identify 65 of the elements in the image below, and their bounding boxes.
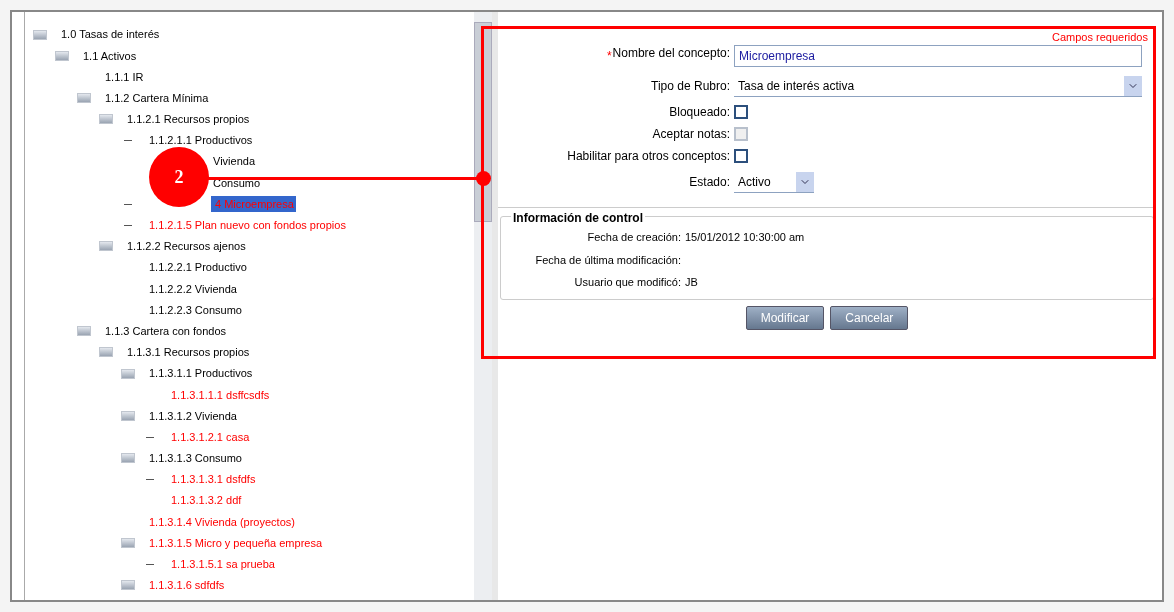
info-label: Fecha de creación: <box>586 230 681 245</box>
tree-item[interactable]: 1.1.3.1 Recursos propios <box>125 344 252 361</box>
tree-item[interactable]: 1.1.3.1.4 Vivienda (proyectos) <box>147 513 297 531</box>
dash-icon[interactable] <box>124 140 132 142</box>
tree-item[interactable]: 1.1.2.2.1 Productivo <box>147 259 249 276</box>
tree-item[interactable]: 1.1.2.1 Recursos propios <box>125 111 252 128</box>
tree-item[interactable]: 1.1.3.1.3 Consumo <box>147 450 244 467</box>
field-label: Nombre del concepto: <box>612 47 730 62</box>
tree-item[interactable]: 1.1.2.1.1 Productivos <box>147 132 255 149</box>
tree-item[interactable]: 1.1.2.2.3 Consumo <box>147 301 244 319</box>
field-label: Estado: <box>689 175 730 189</box>
tree-item[interactable]: Consumo <box>211 174 263 192</box>
dropdown[interactable]: Activo <box>734 171 814 193</box>
node-icon[interactable] <box>77 93 91 104</box>
chevron-down-icon <box>796 171 814 192</box>
node-icon[interactable] <box>121 538 135 549</box>
scrollbar[interactable] <box>474 12 492 600</box>
node-icon[interactable] <box>99 347 113 358</box>
dash-icon[interactable] <box>146 479 154 481</box>
node-icon[interactable] <box>121 580 135 591</box>
info-label: Usuario que modificó: <box>573 275 681 290</box>
field-label: Aceptar notas: <box>652 127 730 141</box>
node-icon[interactable] <box>121 368 135 379</box>
info-value: 15/01/2012 10:30:00 am <box>685 230 805 245</box>
tree-item[interactable]: 1.1.2.2.2 Vivienda <box>147 280 239 298</box>
tree-item[interactable]: 1.1.3.1.6 sdfdfs <box>147 577 227 594</box>
tree-item[interactable]: 1.1.3.1.2 Vivienda <box>147 407 239 425</box>
tree-item[interactable]: 1.1.2.1.5 Plan nuevo con fondos propios <box>147 217 348 234</box>
tree-item[interactable]: 1.1.2 Cartera Mínima <box>103 89 211 107</box>
tree-item[interactable]: 1.1 Activos <box>81 47 139 65</box>
tree-item[interactable]: 1.1.3.1.1.1 dsffcsdfs <box>169 386 272 404</box>
tree-item[interactable]: 1.1.3.1.5.1 sa prueba <box>169 556 277 573</box>
dash-icon[interactable] <box>146 563 154 565</box>
info-label: Fecha de última modificación: <box>534 252 681 268</box>
tree-item[interactable]: 1.1.3.1.3.1 dsfdfs <box>169 471 258 488</box>
tree-item[interactable]: Vivienda <box>211 153 257 170</box>
node-icon[interactable] <box>121 410 135 421</box>
tree-item[interactable]: 1.1.3.1.1 Productivos <box>147 365 255 382</box>
text-input[interactable]: Microempresa <box>734 45 1142 67</box>
node-icon[interactable] <box>77 326 91 337</box>
tree-item[interactable]: 1.1.1 IR <box>103 68 146 86</box>
required-mark: * <box>606 48 612 65</box>
tree-item[interactable]: 1.1.3.1.2.1 casa <box>169 428 252 446</box>
checkbox[interactable] <box>734 105 748 119</box>
tree-item[interactable]: 1.0 Tasas de interés <box>59 26 162 43</box>
node-icon[interactable] <box>121 453 135 464</box>
dash-icon[interactable] <box>124 203 132 205</box>
tree-item[interactable]: 1.1.3.1.3.2 ddf <box>169 492 244 509</box>
tree-item[interactable]: 1.1.3 Cartera con fondos <box>103 322 229 340</box>
tree-item[interactable]: 1.1.3.1.5 Micro y pequeña empresa <box>147 534 325 552</box>
field-label: Habilitar para otros conceptos: <box>567 149 730 163</box>
node-icon[interactable] <box>99 241 113 252</box>
field-label: Tipo de Rubro: <box>651 79 730 93</box>
info-value: JB <box>685 275 698 290</box>
dropdown[interactable]: Tasa de interés activa <box>734 75 1142 97</box>
node-icon[interactable] <box>33 29 47 40</box>
required-fields-note: Campos requeridos <box>1052 31 1148 43</box>
node-icon[interactable] <box>99 114 113 125</box>
dash-icon[interactable] <box>124 224 132 226</box>
field-label: Bloqueado: <box>669 105 730 119</box>
node-icon[interactable] <box>55 50 69 61</box>
dash-icon[interactable] <box>146 436 154 438</box>
chevron-down-icon <box>1124 75 1142 96</box>
checkbox[interactable] <box>734 149 748 163</box>
tree-item[interactable]: 1.1.2.2 Recursos ajenos <box>125 238 248 255</box>
